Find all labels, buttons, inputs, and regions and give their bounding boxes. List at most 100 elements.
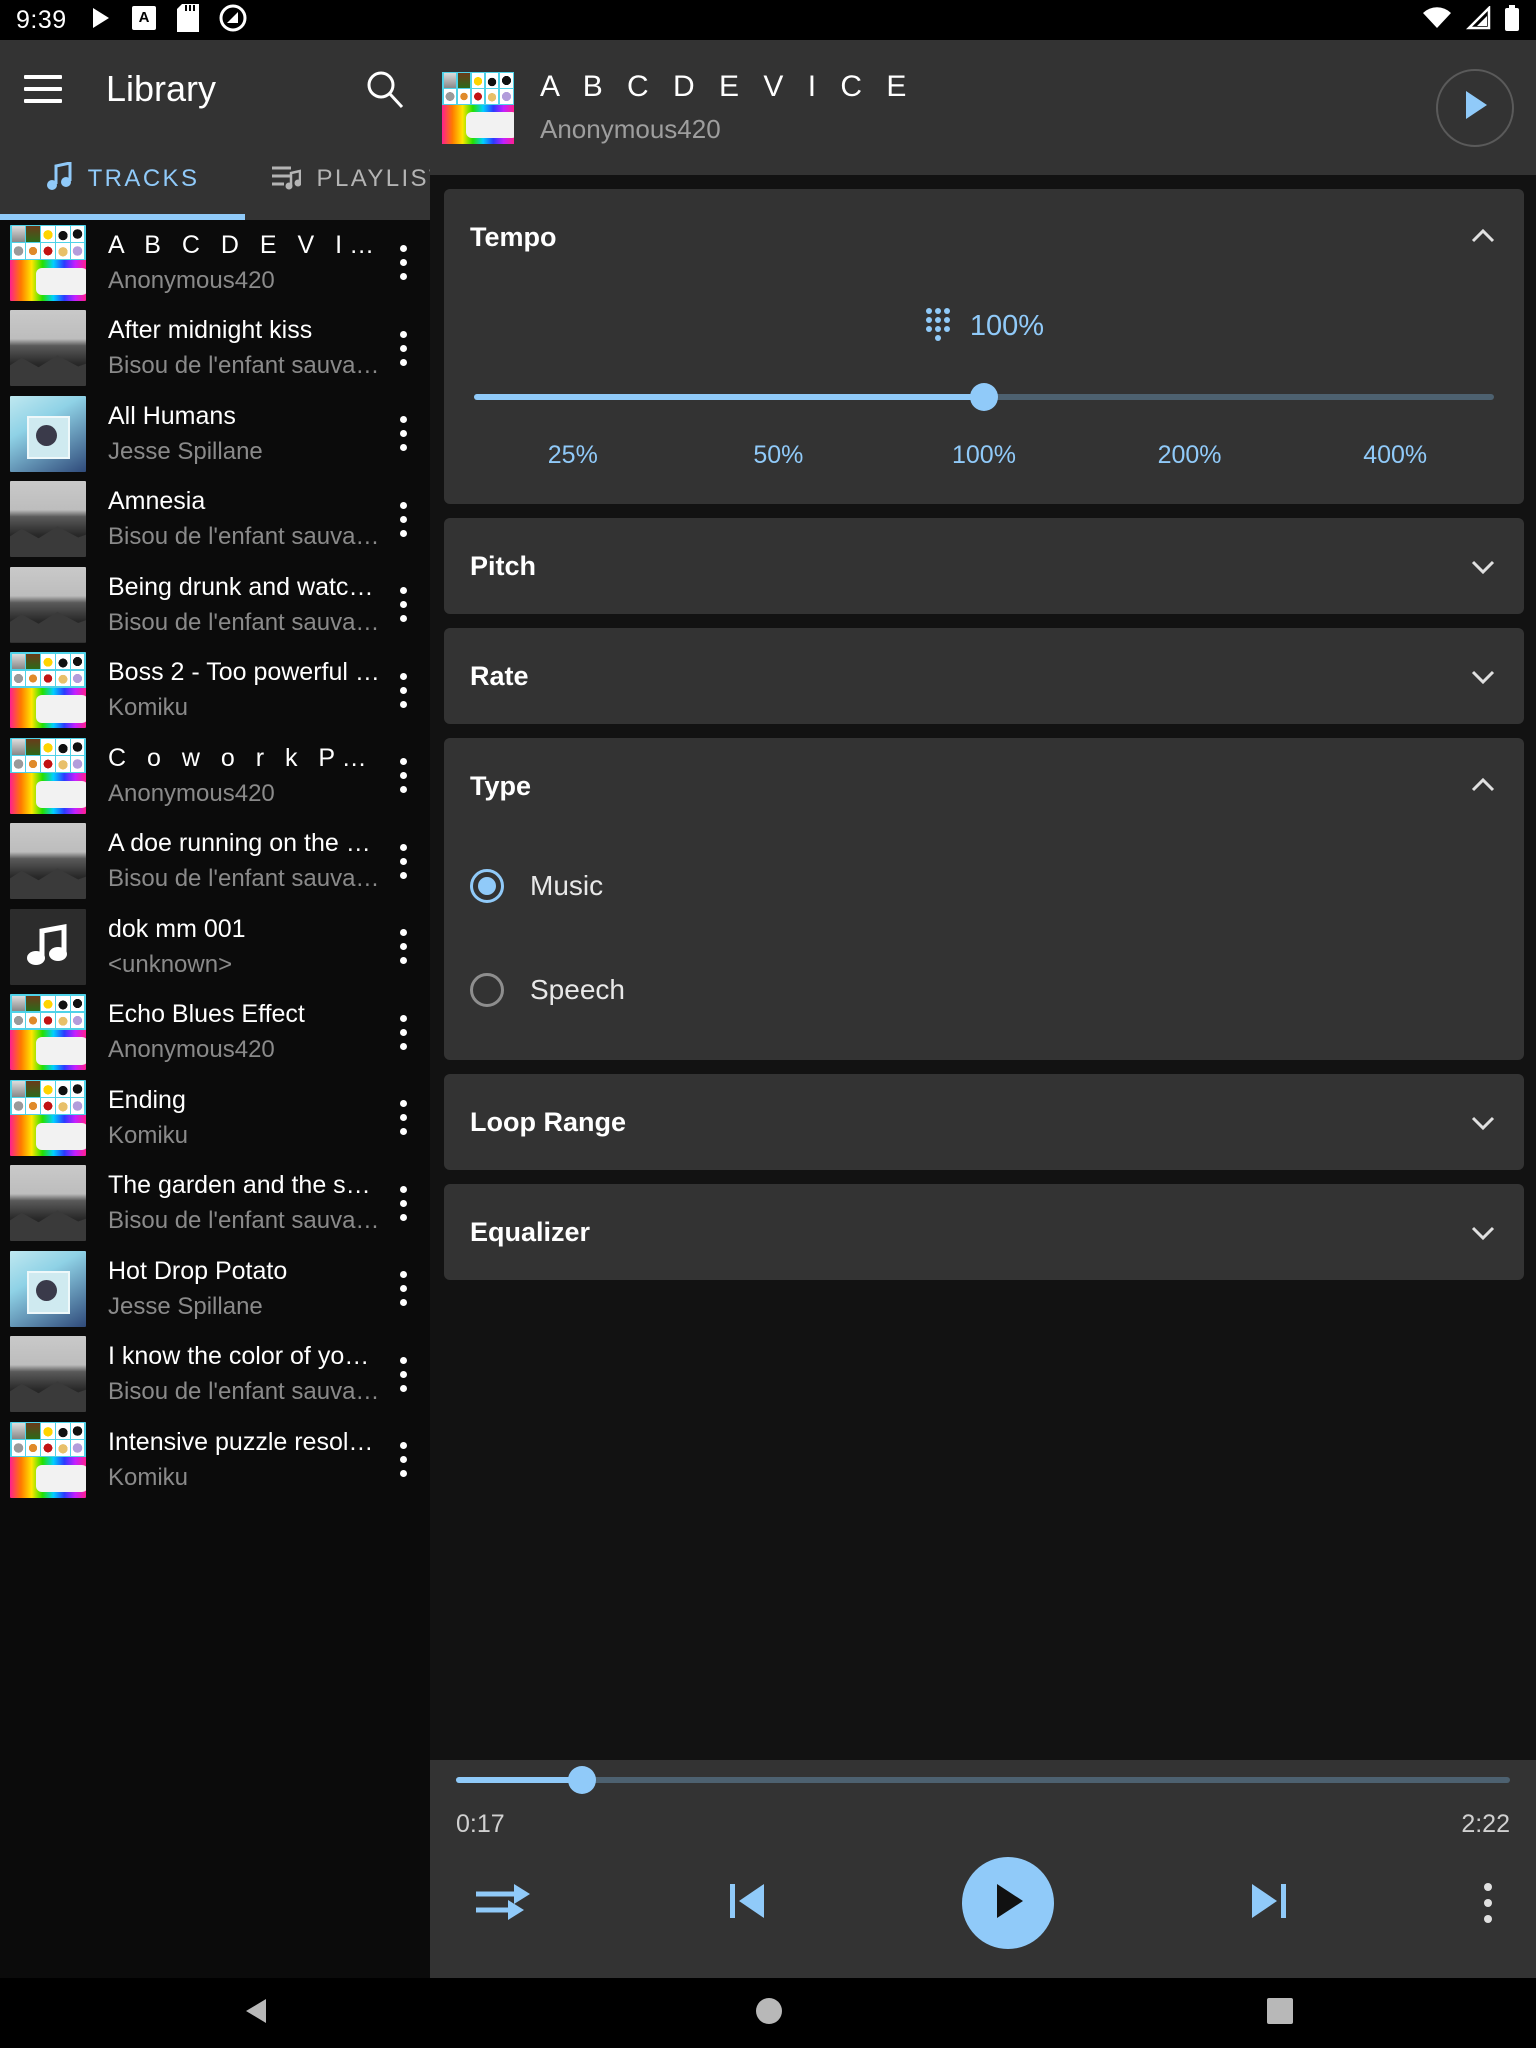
track-row[interactable]: I know the color of your … Bisou de l'enf… (0, 1332, 430, 1418)
track-artist: Anonymous420 (108, 266, 275, 294)
kebab-menu-icon[interactable] (380, 1100, 426, 1136)
track-row[interactable]: After midnight kiss Bisou de l'enfant sau… (0, 306, 430, 392)
tempo-value: 100% (969, 309, 1045, 342)
track-title: The garden and the swing (108, 1171, 380, 1200)
track-title: All Humans (108, 401, 236, 430)
back-triangle-icon[interactable] (240, 1995, 274, 2032)
track-text: A B C D E V I C E Anonymous420 (86, 230, 380, 296)
kebab-menu-icon[interactable] (380, 1356, 426, 1392)
track-artist: Jesse Spillane (108, 437, 263, 465)
tempo-slider[interactable] (474, 377, 1494, 417)
type-card-header[interactable]: Type (470, 738, 1498, 834)
kebab-menu-icon[interactable] (380, 929, 426, 965)
chevron-down-icon[interactable] (1468, 1107, 1498, 1137)
kebab-menu-icon[interactable] (380, 1271, 426, 1307)
pitch-card-header[interactable]: Pitch (470, 518, 1498, 614)
tempo-card-header[interactable]: Tempo (470, 189, 1498, 285)
kebab-menu-icon[interactable] (380, 843, 426, 879)
kebab-menu-icon[interactable] (380, 1442, 426, 1478)
pitch-card: Pitch (444, 518, 1524, 614)
seek-slider[interactable] (456, 1760, 1510, 1804)
status-bar-clock: 9:39 (16, 5, 67, 34)
tempo-scale-label[interactable]: 200% (1087, 441, 1293, 470)
play-pause-button[interactable] (962, 1857, 1054, 1949)
header-play-button[interactable] (1436, 68, 1514, 147)
track-row[interactable]: All Humans Jesse Spillane (0, 391, 430, 477)
kebab-menu-icon[interactable] (380, 672, 426, 708)
track-row[interactable]: Amnesia Bisou de l'enfant sauvage (0, 477, 430, 563)
track-title: Amnesia (108, 487, 206, 516)
track-artwork (10, 224, 86, 301)
radio-unselected-icon[interactable] (470, 973, 504, 1007)
loop-range-card: Loop Range (444, 1074, 1524, 1170)
player-bar: 0:17 2:22 (430, 1760, 1536, 1978)
loop-range-card-header[interactable]: Loop Range (470, 1074, 1498, 1170)
chevron-up-icon[interactable] (1468, 771, 1498, 801)
track-artwork (10, 1250, 86, 1327)
sd-card-icon (176, 3, 199, 37)
recents-square-icon[interactable] (1264, 1995, 1296, 2032)
track-artwork (10, 1336, 86, 1413)
hamburger-icon[interactable] (24, 75, 62, 103)
track-artist: Komiku (108, 694, 189, 722)
track-row[interactable]: C o w o r k P a r t… Anonymous420 (0, 733, 430, 819)
kebab-menu-icon[interactable] (380, 416, 426, 452)
play-icon (989, 1880, 1027, 1927)
chevron-up-icon[interactable] (1468, 222, 1498, 252)
home-circle-icon[interactable] (753, 1995, 785, 2032)
track-row[interactable]: dok mm 001 <unknown> (0, 904, 430, 990)
track-list[interactable]: A B C D E V I C E Anonymous420 After midni… (0, 220, 430, 1978)
loop-range-label: Loop Range (470, 1106, 626, 1137)
track-row[interactable]: Echo Blues Effect Anonymous420 (0, 990, 430, 1076)
track-row[interactable]: A B C D E V I C E Anonymous420 (0, 220, 430, 306)
previous-button[interactable] (726, 1879, 768, 1928)
kebab-menu-icon[interactable] (380, 330, 426, 366)
tempo-scale-label[interactable]: 50% (676, 441, 882, 470)
now-playing-artist: Anonymous420 (540, 114, 721, 144)
equalizer-card-header[interactable]: Equalizer (470, 1184, 1498, 1280)
tempo-slider-thumb[interactable] (970, 383, 998, 411)
dial-pad-icon[interactable] (924, 306, 952, 347)
chevron-down-icon[interactable] (1468, 1217, 1498, 1247)
radio-selected-icon[interactable] (470, 869, 504, 903)
track-title: Hot Drop Potato (108, 1256, 288, 1285)
kebab-menu-icon[interactable] (380, 758, 426, 794)
music-note-icon (46, 160, 72, 197)
repeat-mode-button[interactable] (474, 1879, 532, 1928)
track-row[interactable]: Hot Drop Potato Jesse Spillane (0, 1246, 430, 1332)
kebab-menu-icon[interactable] (380, 587, 426, 623)
kebab-menu-icon[interactable] (380, 501, 426, 537)
seek-slider-track (456, 1777, 1510, 1783)
next-button[interactable] (1248, 1879, 1290, 1928)
tempo-card: Tempo 100% 25% 50% 100% 200% 400% (444, 189, 1524, 504)
track-artist: Anonymous420 (108, 779, 275, 807)
tempo-scale-label[interactable]: 25% (470, 441, 676, 470)
type-option-music[interactable]: Music (470, 834, 1498, 938)
kebab-menu-icon[interactable] (380, 245, 426, 281)
track-text: I know the color of your … Bisou de l'enf… (86, 1341, 380, 1407)
chevron-down-icon[interactable] (1468, 661, 1498, 691)
tab-active-indicator (0, 214, 245, 220)
track-text: After midnight kiss Bisou de l'enfant sau… (86, 315, 380, 381)
rate-card-header[interactable]: Rate (470, 628, 1498, 724)
seek-slider-thumb[interactable] (568, 1766, 597, 1794)
kebab-menu-icon[interactable] (380, 1014, 426, 1050)
pitch-label: Pitch (470, 550, 537, 581)
seek-slider-fill (456, 1777, 583, 1783)
search-icon[interactable] (364, 68, 406, 110)
track-row[interactable]: Being drunk and watchi… Bisou de l'enfant… (0, 562, 430, 648)
track-row[interactable]: Intensive puzzle resoluti… Komiku (0, 1417, 430, 1503)
track-row[interactable]: Boss 2 - Too powerful f… Komiku (0, 648, 430, 734)
kebab-menu-icon[interactable] (380, 1185, 426, 1221)
effects-list[interactable]: Tempo 100% 25% 50% 100% 200% 400% Pitch … (430, 175, 1536, 1760)
player-overflow-button[interactable] (1484, 1883, 1492, 1923)
track-row[interactable]: Ending Komiku (0, 1075, 430, 1161)
chevron-down-icon[interactable] (1468, 551, 1498, 581)
type-option-speech[interactable]: Speech (470, 938, 1498, 1042)
track-row[interactable]: A doe running on the be… Bisou de l'enfan… (0, 819, 430, 905)
tempo-scale-label[interactable]: 100% (881, 441, 1087, 470)
tab-tracks[interactable]: TRACKS (0, 138, 245, 220)
now-playing-title: A B C D E V I C E (540, 70, 915, 103)
track-row[interactable]: The garden and the swing Bisou de l'enfan… (0, 1161, 430, 1247)
tempo-scale-label[interactable]: 400% (1292, 441, 1498, 470)
